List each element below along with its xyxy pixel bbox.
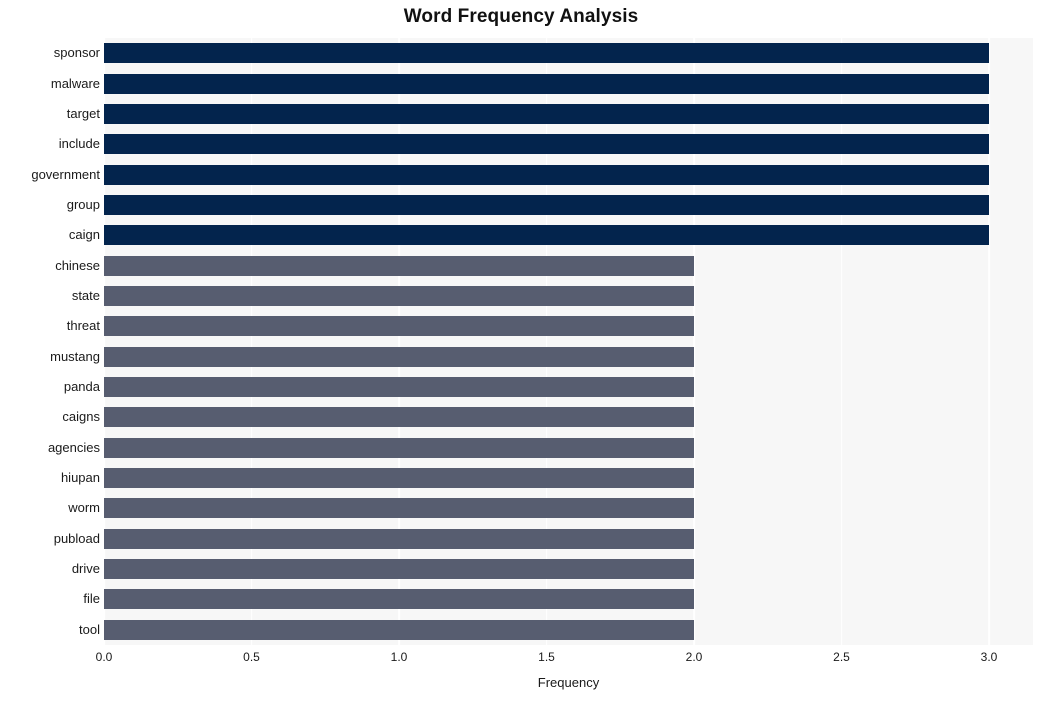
bar-drive[interactable] bbox=[104, 559, 694, 580]
page-title: Word Frequency Analysis bbox=[403, 6, 639, 27]
bar-panda[interactable] bbox=[104, 377, 694, 398]
y-tick-label-drive: drive bbox=[71, 561, 100, 577]
bar-threat[interactable] bbox=[104, 316, 694, 337]
bar-hiupan[interactable] bbox=[104, 468, 694, 489]
bar-include[interactable] bbox=[104, 134, 989, 155]
x-tick-label-1.0: 1.0 bbox=[390, 650, 408, 664]
x-tick-label-3.0: 3.0 bbox=[980, 650, 998, 664]
x-tick-label-0.5: 0.5 bbox=[243, 650, 260, 664]
gridline-3.0 bbox=[988, 38, 990, 645]
bar-sponsor[interactable] bbox=[104, 43, 989, 64]
y-axis-tick-labels: sponsor malware target include government gro… bbox=[0, 38, 100, 645]
y-tick-label-government: government bbox=[31, 166, 100, 182]
x-tick-label-2.5: 2.5 bbox=[833, 650, 850, 664]
y-tick-label-include: include bbox=[58, 136, 100, 152]
bar-caign[interactable] bbox=[104, 225, 989, 246]
gridline-2.5 bbox=[840, 38, 843, 645]
plot-area bbox=[104, 38, 1033, 645]
x-tick-label-0.0: 0.0 bbox=[95, 650, 113, 664]
x-axis-tick-labels: 0.0 0.5 1.0 1.5 2.0 2.5 3.0 bbox=[96, 650, 1033, 668]
y-tick-label-caigns: caigns bbox=[62, 409, 100, 425]
y-tick-label-group: group bbox=[66, 196, 100, 212]
y-tick-label-chinese: chinese bbox=[55, 257, 100, 273]
gridline-1.5 bbox=[545, 38, 548, 645]
bar-file[interactable] bbox=[104, 589, 694, 610]
gridline-2.0 bbox=[693, 38, 695, 645]
y-tick-label-malware: malware bbox=[50, 75, 100, 91]
bar-state[interactable] bbox=[104, 285, 694, 306]
bar-mustang[interactable] bbox=[104, 346, 694, 367]
bar-tool[interactable] bbox=[104, 619, 694, 640]
bar-malware[interactable] bbox=[104, 73, 989, 94]
y-tick-label-threat: threat bbox=[66, 318, 100, 334]
y-tick-label-pubload: pubload bbox=[53, 530, 100, 546]
y-tick-label-sponsor: sponsor bbox=[53, 45, 100, 61]
x-axis-title: Frequency bbox=[537, 675, 600, 690]
y-tick-label-panda: panda bbox=[63, 379, 100, 395]
gridline-0.5 bbox=[250, 38, 253, 645]
y-tick-label-tool: tool bbox=[79, 621, 100, 637]
x-tick-label-1.5: 1.5 bbox=[538, 650, 555, 664]
y-tick-label-hiupan: hiupan bbox=[60, 470, 100, 486]
y-tick-label-file: file bbox=[83, 591, 100, 607]
bar-pubload[interactable] bbox=[104, 528, 694, 549]
y-tick-label-state: state bbox=[71, 287, 100, 303]
gridline-1.0 bbox=[398, 38, 400, 645]
bar-target[interactable] bbox=[104, 103, 989, 124]
y-tick-label-worm: worm bbox=[68, 500, 100, 516]
bar-caigns[interactable] bbox=[104, 407, 694, 428]
word-frequency-chart-figure: Word Frequency Analysis sponsor malware ta… bbox=[0, 0, 1042, 701]
bar-chinese[interactable] bbox=[104, 255, 694, 276]
y-tick-label-caign: caign bbox=[68, 227, 100, 243]
gridline-0.0 bbox=[104, 38, 105, 645]
bar-government[interactable] bbox=[104, 164, 989, 185]
bar-worm[interactable] bbox=[104, 498, 694, 519]
bar-agencies[interactable] bbox=[104, 437, 694, 458]
y-tick-label-agencies: agencies bbox=[47, 439, 100, 455]
y-tick-label-mustang: mustang bbox=[50, 348, 100, 364]
y-tick-label-target: target bbox=[66, 105, 100, 121]
bar-group[interactable] bbox=[104, 194, 989, 215]
x-tick-label-2.0: 2.0 bbox=[685, 650, 703, 664]
